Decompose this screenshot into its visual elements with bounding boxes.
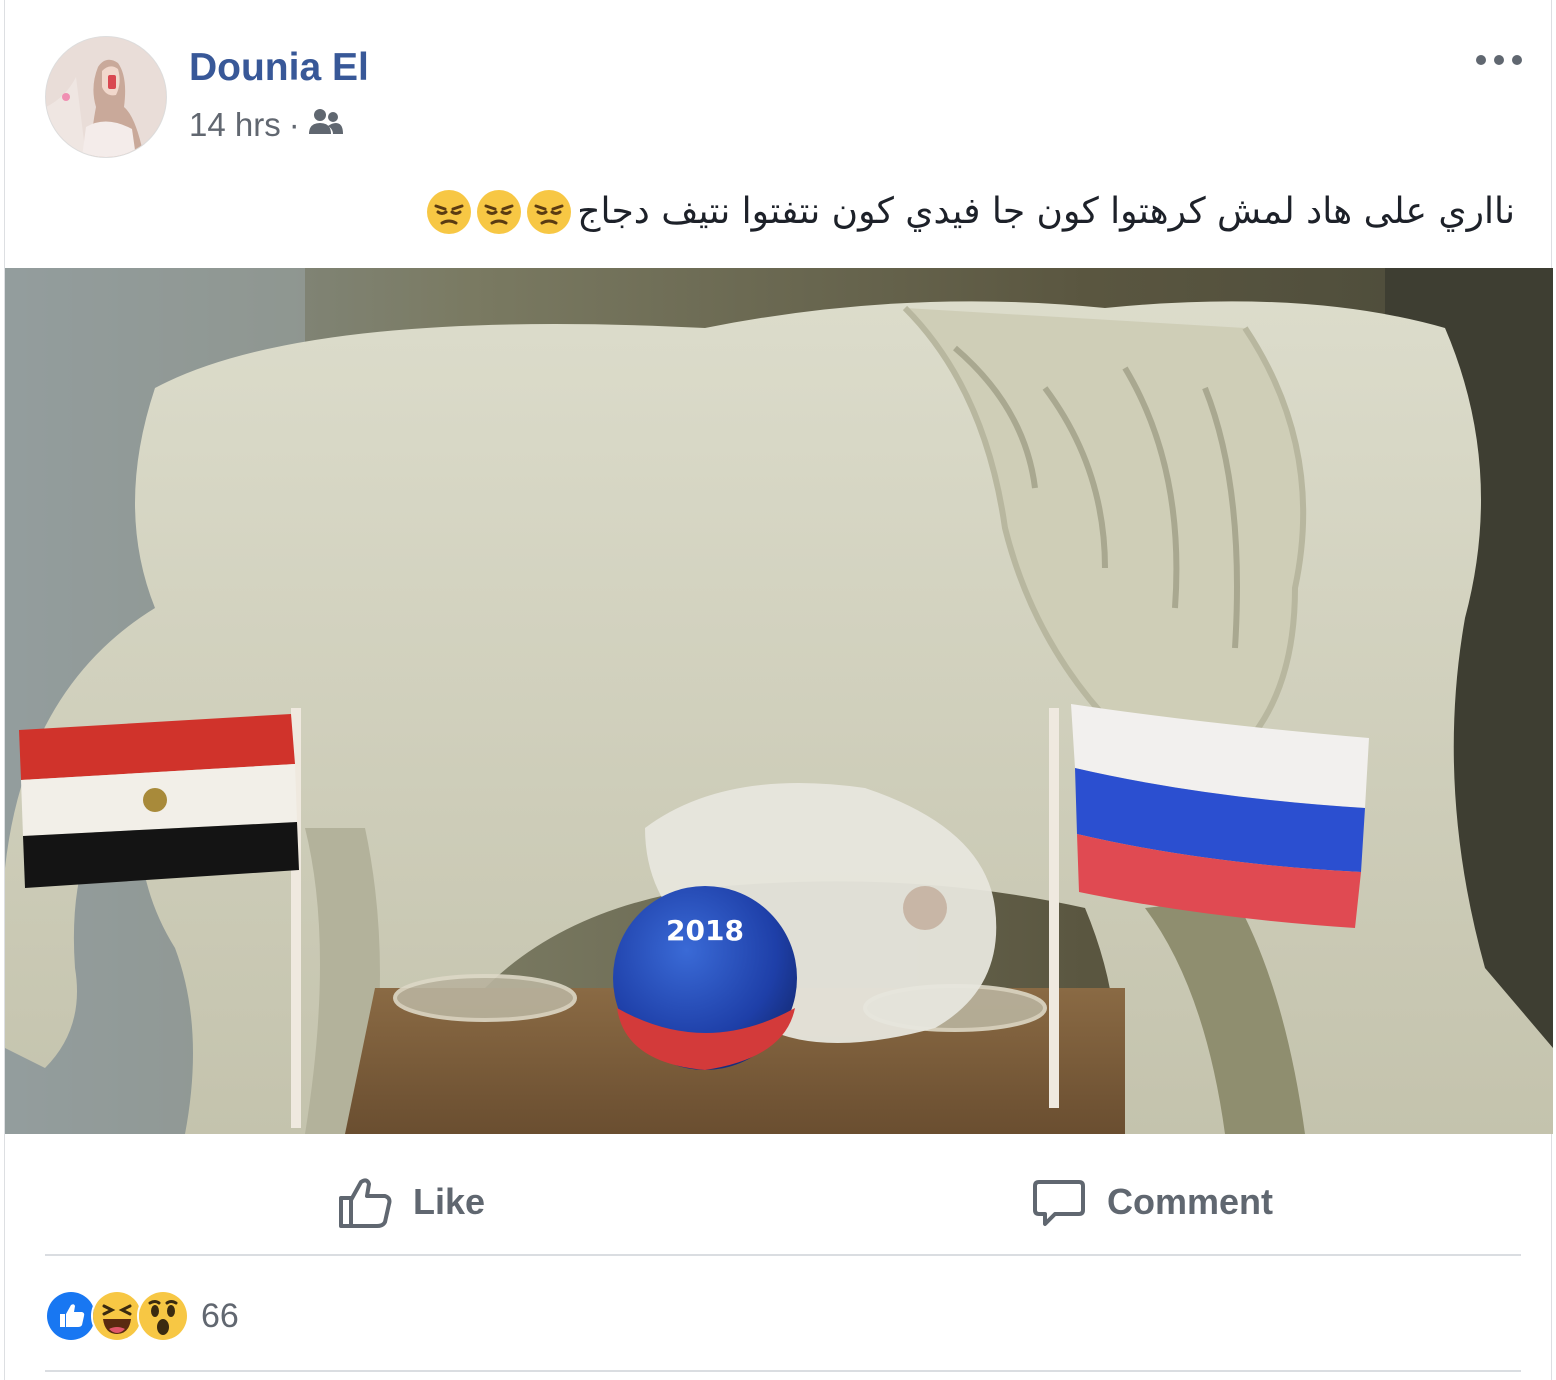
- friends-icon[interactable]: [308, 106, 344, 144]
- comment-icon: [1033, 1180, 1085, 1226]
- author-name[interactable]: Dounia El: [189, 46, 369, 90]
- reactions-summary[interactable]: 66: [45, 1290, 239, 1342]
- angry-face-icon: [427, 190, 472, 234]
- author-avatar[interactable]: [45, 36, 167, 158]
- like-reaction-icon: [45, 1290, 97, 1342]
- svg-text:2018: 2018: [666, 914, 744, 947]
- comment-label: Comment: [1107, 1181, 1274, 1222]
- like-label: Like: [413, 1181, 486, 1222]
- meta-separator: ·: [288, 106, 300, 143]
- post-emojis: [425, 188, 573, 236]
- reaction-count[interactable]: 66: [201, 1297, 239, 1336]
- more-options-icon[interactable]: [1471, 40, 1527, 80]
- post-timestamp[interactable]: 14 hrs: [189, 106, 281, 144]
- post-meta: 14 hrs ·: [189, 106, 344, 144]
- angry-face-icon: [527, 190, 572, 234]
- avatar-image: [46, 37, 166, 157]
- post-text-block: نااري على هاد لمش كرهتوا كون جا فيدي كون…: [55, 178, 1515, 246]
- angry-face-icon: [477, 190, 522, 234]
- bottom-divider: [45, 1370, 1521, 1372]
- post-card: Dounia El 14 hrs · نااري على هاد لمش كره…: [4, 0, 1553, 1380]
- thumbs-up-icon: [339, 1178, 392, 1228]
- like-button[interactable]: Like: [337, 1152, 485, 1252]
- photo-lion-statue-flags: 2018: [5, 268, 1553, 1134]
- comment-button[interactable]: Comment: [1031, 1152, 1273, 1252]
- post-text: نااري على هاد لمش كرهتوا كون جا فيدي كون…: [577, 191, 1515, 232]
- haha-reaction-icon: [91, 1290, 143, 1342]
- post-photo[interactable]: 2018: [5, 268, 1553, 1134]
- wow-reaction-icon: [137, 1290, 189, 1342]
- post-actions: Like Comment: [45, 1152, 1521, 1252]
- actions-divider: [45, 1254, 1521, 1256]
